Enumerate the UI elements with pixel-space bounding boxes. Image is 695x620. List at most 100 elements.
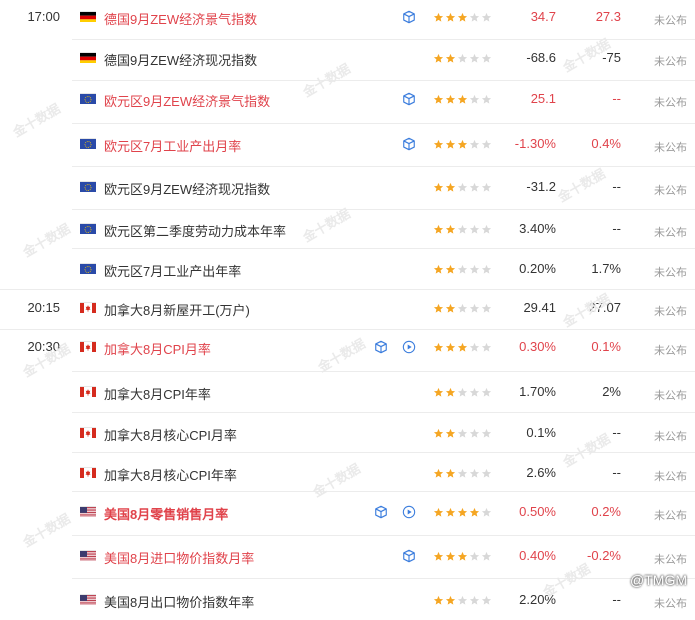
data-cube-icon[interactable] <box>402 92 416 106</box>
importance-stars <box>433 387 493 399</box>
star-empty-icon <box>481 507 492 517</box>
previous-value: 29.41 <box>523 300 556 315</box>
previous-value: 2.6% <box>526 465 556 480</box>
star-filled-icon <box>445 342 456 352</box>
data-cube-icon[interactable] <box>402 137 416 151</box>
event-title[interactable]: 欧元区7月工业产出年率 <box>104 261 241 280</box>
flag-ca-icon <box>80 467 96 478</box>
actual-status: 未公布 <box>654 15 687 27</box>
importance-stars <box>433 551 493 563</box>
data-cube-icon[interactable] <box>402 549 416 563</box>
event-title[interactable]: 加拿大8月CPI年率 <box>104 384 211 403</box>
star-filled-icon <box>433 468 444 478</box>
calendar-row[interactable]: 欧元区9月ZEW经济景气指数 25.1 -- 未公布 <box>0 81 695 124</box>
data-cube-icon[interactable] <box>374 340 388 354</box>
brand-watermark: @TMGM <box>630 572 687 588</box>
importance-stars <box>433 182 493 194</box>
calendar-row[interactable]: 美国8月出口物价指数年率 2.20% -- 未公布 <box>0 579 695 620</box>
star-filled-icon <box>433 551 444 561</box>
calendar-row[interactable]: 欧元区9月ZEW经济现况指数 -31.2 -- 未公布 <box>0 167 695 210</box>
calendar-row[interactable]: 20:30 加拿大8月CPI月率 0.30% 0.1% 未公布 <box>0 330 695 372</box>
importance-stars <box>433 94 493 106</box>
star-filled-icon <box>445 182 456 192</box>
actual-status: 未公布 <box>654 510 687 522</box>
forecast-value: 0.1% <box>591 339 621 354</box>
event-title[interactable]: 加拿大8月核心CPI月率 <box>104 425 237 444</box>
star-empty-icon <box>481 342 492 352</box>
calendar-row[interactable]: 加拿大8月核心CPI月率 0.1% -- 未公布 <box>0 413 695 453</box>
data-cube-icon[interactable] <box>402 10 416 24</box>
calendar-row[interactable]: 欧元区第二季度劳动力成本年率 3.40% -- 未公布 <box>0 210 695 249</box>
previous-value: -31.2 <box>526 179 556 194</box>
star-empty-icon <box>481 428 492 438</box>
event-title[interactable]: 欧元区9月ZEW经济现况指数 <box>104 179 270 198</box>
event-title[interactable]: 美国8月零售销售月率 <box>104 504 228 523</box>
flag-eu-icon <box>80 223 96 234</box>
video-play-icon[interactable] <box>402 505 416 519</box>
actual-status: 未公布 <box>654 471 687 483</box>
calendar-row[interactable]: 17:00 德国9月ZEW经济景气指数 34.7 27.3 未公布 <box>0 0 695 40</box>
star-empty-icon <box>457 595 468 605</box>
event-title[interactable]: 加拿大8月新屋开工(万户) <box>104 300 250 319</box>
star-filled-icon <box>433 139 444 149</box>
actual-status: 未公布 <box>654 598 687 610</box>
forecast-value: -- <box>612 592 621 607</box>
calendar-row[interactable]: 20:15 加拿大8月新屋开工(万户) 29.41 27.07 未公布 <box>0 290 695 330</box>
star-filled-icon <box>445 468 456 478</box>
event-title[interactable]: 美国8月进口物价指数月率 <box>104 548 254 567</box>
event-title[interactable]: 欧元区第二季度劳动力成本年率 <box>104 221 286 240</box>
event-title[interactable]: 欧元区9月ZEW经济景气指数 <box>104 91 270 110</box>
forecast-value: 0.2% <box>591 504 621 519</box>
importance-stars <box>433 507 493 519</box>
flag-ca-icon <box>80 386 96 397</box>
star-filled-icon <box>433 182 444 192</box>
calendar-row[interactable]: 欧元区7月工业产出年率 0.20% 1.7% 未公布 <box>0 249 695 290</box>
previous-value: 34.7 <box>530 9 556 24</box>
star-empty-icon <box>469 428 480 438</box>
event-title[interactable]: 加拿大8月CPI月率 <box>104 339 211 358</box>
star-filled-icon <box>445 387 456 397</box>
importance-stars <box>433 139 493 151</box>
previous-value: 0.50% <box>519 504 556 519</box>
calendar-row[interactable]: 欧元区7月工业产出月率 -1.30% 0.4% 未公布 <box>0 124 695 167</box>
flag-eu-icon <box>80 181 96 192</box>
flag-us-icon <box>80 506 96 517</box>
star-empty-icon <box>469 342 480 352</box>
actual-status: 未公布 <box>654 306 687 318</box>
previous-value: 2.20% <box>519 592 556 607</box>
event-title[interactable]: 加拿大8月核心CPI年率 <box>104 465 237 484</box>
star-empty-icon <box>469 53 480 63</box>
event-title[interactable]: 欧元区7月工业产出月率 <box>104 136 241 155</box>
star-empty-icon <box>469 387 480 397</box>
event-title[interactable]: 德国9月ZEW经济景气指数 <box>104 9 257 28</box>
event-title[interactable]: 德国9月ZEW经济现况指数 <box>104 50 257 69</box>
star-filled-icon <box>457 139 468 149</box>
calendar-row[interactable]: 美国8月进口物价指数月率 0.40% -0.2% 未公布 <box>0 536 695 579</box>
calendar-row[interactable]: 加拿大8月CPI年率 1.70% 2% 未公布 <box>0 372 695 413</box>
star-filled-icon <box>433 507 444 517</box>
actual-status: 未公布 <box>654 390 687 402</box>
forecast-value: -0.2% <box>587 548 621 563</box>
star-empty-icon <box>469 551 480 561</box>
star-filled-icon <box>469 507 480 517</box>
star-filled-icon <box>457 551 468 561</box>
flag-de-icon <box>80 11 96 22</box>
importance-stars <box>433 224 493 236</box>
star-empty-icon <box>469 303 480 313</box>
star-filled-icon <box>457 12 468 22</box>
star-empty-icon <box>481 224 492 234</box>
event-title[interactable]: 美国8月出口物价指数年率 <box>104 592 254 611</box>
star-empty-icon <box>481 182 492 192</box>
flag-ca-icon <box>80 427 96 438</box>
star-empty-icon <box>481 387 492 397</box>
star-empty-icon <box>469 94 480 104</box>
star-empty-icon <box>481 139 492 149</box>
star-empty-icon <box>457 428 468 438</box>
calendar-row[interactable]: 德国9月ZEW经济现况指数 -68.6 -75 未公布 <box>0 40 695 81</box>
star-empty-icon <box>481 551 492 561</box>
video-play-icon[interactable] <box>402 340 416 354</box>
calendar-row[interactable]: 加拿大8月核心CPI年率 2.6% -- 未公布 <box>0 453 695 492</box>
forecast-value: -- <box>612 91 621 106</box>
data-cube-icon[interactable] <box>374 505 388 519</box>
calendar-row[interactable]: 美国8月零售销售月率 0.50% 0.2% 未公布 <box>0 492 695 536</box>
